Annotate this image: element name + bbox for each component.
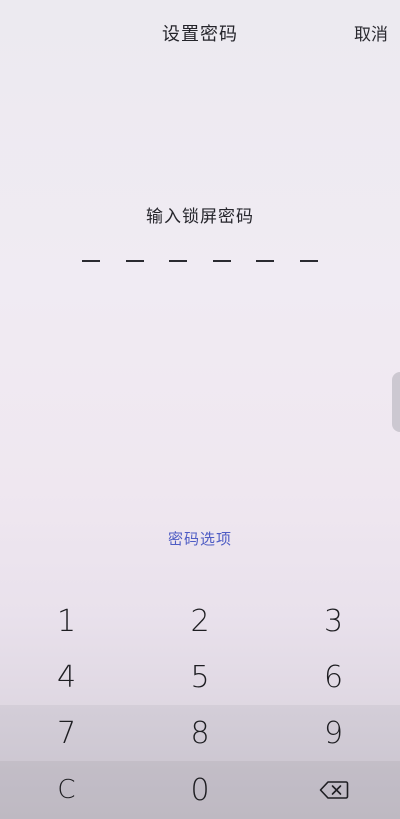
page-title: 设置密码 <box>162 24 238 45</box>
key-7[interactable]: 7 <box>0 705 133 761</box>
key-6[interactable]: 6 <box>267 649 400 705</box>
pin-slot-3 <box>169 260 188 262</box>
key-0[interactable]: 0 <box>133 761 267 819</box>
key-5[interactable]: 5 <box>133 649 267 705</box>
pin-slot-4 <box>212 260 231 262</box>
cancel-button[interactable]: 取消 <box>354 20 388 45</box>
key-8[interactable]: 8 <box>133 705 267 761</box>
key-3[interactable]: 3 <box>267 593 400 649</box>
pin-slot-1 <box>82 260 100 262</box>
pin-slot-6 <box>299 260 318 262</box>
pin-slot-2 <box>125 260 144 262</box>
key-2[interactable]: 2 <box>133 593 267 649</box>
password-options-link[interactable]: 密码选项 <box>168 530 232 548</box>
numeric-keypad: 1 2 3 4 5 6 7 8 9 C 0 <box>0 593 400 819</box>
backspace-button[interactable] <box>267 761 400 819</box>
key-1[interactable]: 1 <box>0 593 133 649</box>
backspace-icon <box>319 780 349 800</box>
pin-indicator <box>82 255 318 267</box>
pin-prompt: 输入锁屏密码 <box>146 207 254 227</box>
key-clear[interactable]: C <box>0 761 133 819</box>
key-4[interactable]: 4 <box>0 649 133 705</box>
password-options: 密码选项 <box>0 528 400 549</box>
header: 设置密码 取消 <box>0 0 400 66</box>
side-edge-handle[interactable] <box>392 372 400 432</box>
pin-slot-5 <box>256 260 275 262</box>
key-9[interactable]: 9 <box>267 705 400 761</box>
